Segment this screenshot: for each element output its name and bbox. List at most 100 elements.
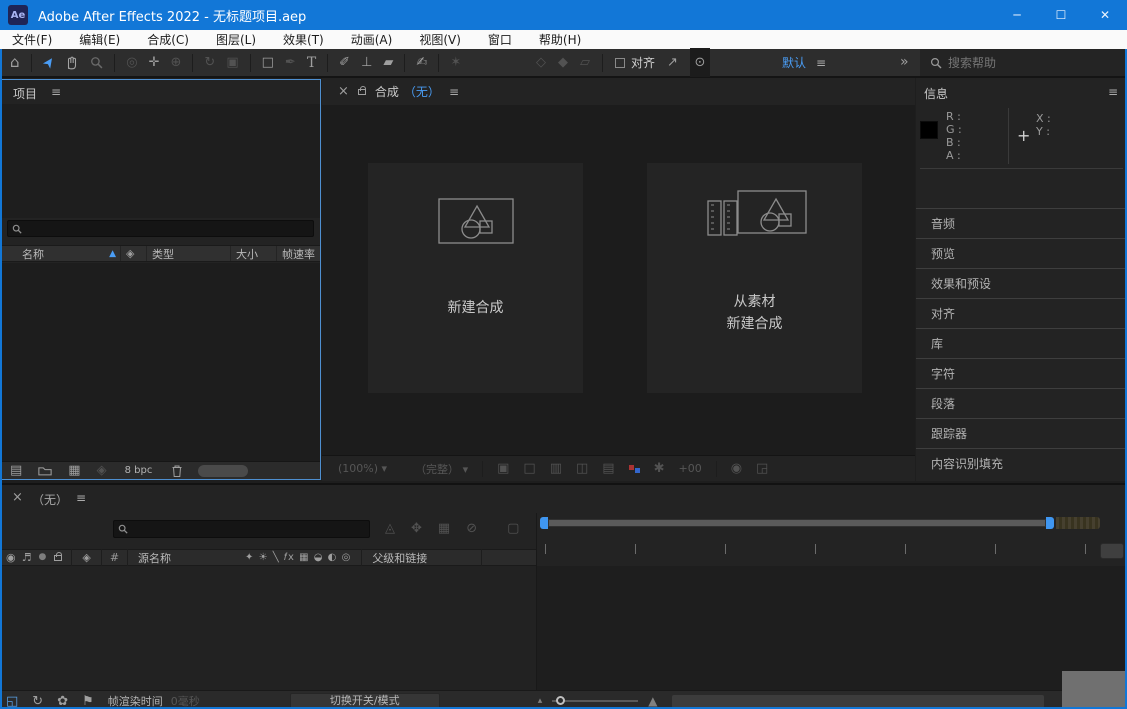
sidebar-item-align[interactable]: 对齐 <box>916 298 1127 328</box>
exposure-gear-icon[interactable]: ✱ <box>654 462 665 475</box>
menu-effect[interactable]: 效果(T) <box>283 31 324 48</box>
zoom-level-dropdown[interactable]: (100%) ▾ <box>338 462 387 475</box>
home-tool-icon[interactable]: ⌂ <box>10 48 20 77</box>
info-panel-menu-icon[interactable]: ≡ <box>1108 85 1118 99</box>
anchor-tool-icon[interactable]: ⊕ <box>171 48 182 77</box>
mask-feather-tool-icon[interactable]: ◆ <box>558 48 568 77</box>
menu-edit[interactable]: 编辑(E) <box>79 31 120 48</box>
zoom-tool-icon[interactable] <box>90 48 103 77</box>
viewer-tab-close-icon[interactable]: × <box>338 85 349 98</box>
column-type[interactable]: 类型 <box>152 246 174 262</box>
workspace-menu-icon[interactable]: ≡ <box>816 56 826 70</box>
menu-layer[interactable]: 图层(L) <box>216 31 256 48</box>
bit-depth-label[interactable]: 8 bpc <box>125 465 153 476</box>
audio-mute-icon[interactable]: ♬ <box>22 552 32 563</box>
channel-icon[interactable] <box>629 465 640 473</box>
snapshot-camera-icon[interactable]: ◉ <box>731 462 742 475</box>
sort-ascending-icon[interactable]: ▲ <box>109 249 116 259</box>
project-renderer-icon[interactable]: ◈ <box>97 464 107 477</box>
draft-3d-icon[interactable]: ✥ <box>411 522 422 535</box>
close-button[interactable]: ✕ <box>1083 0 1127 30</box>
interpret-footage-icon[interactable]: ▤ <box>10 464 22 477</box>
toolbar-overflow-icon[interactable]: » <box>900 55 909 69</box>
brush-tool-icon[interactable]: ✐ <box>339 48 350 77</box>
sidebar-item-audio[interactable]: 音频 <box>916 208 1127 238</box>
help-search-input[interactable] <box>948 56 1098 70</box>
exposure-value[interactable]: +00 <box>678 462 701 475</box>
menu-view[interactable]: 视图(V) <box>419 31 461 48</box>
timeline-zoom-slider[interactable] <box>552 700 638 702</box>
sidebar-item-preview[interactable]: 预览 <box>916 238 1127 268</box>
trash-icon[interactable] <box>172 465 182 477</box>
zoom-in-mountain-icon[interactable]: ▲ <box>648 695 657 707</box>
time-navigator-bar[interactable] <box>548 519 1046 527</box>
sidebar-item-tracker[interactable]: 跟踪器 <box>916 418 1127 448</box>
rulers-icon[interactable]: ▤ <box>602 462 614 475</box>
eraser-tool-icon[interactable]: ▰ <box>383 48 393 77</box>
project-search-field[interactable] <box>7 220 314 237</box>
viewer-lock-icon[interactable] <box>358 89 366 95</box>
mask-visibility-icon[interactable]: □ <box>523 462 535 475</box>
layer-switches-icons[interactable]: ✦ ☀ ╲ 𝑓x ▦ ◒ ◐ ◎ <box>245 553 351 563</box>
time-navigator-end-handle[interactable] <box>1046 517 1054 529</box>
project-panel-menu-icon[interactable]: ≡ <box>51 85 61 99</box>
new-composition-card[interactable]: 新建合成 <box>368 163 583 393</box>
region-of-interest-icon[interactable]: ▥ <box>550 462 562 475</box>
viewer-target-name[interactable]: （无） <box>404 83 440 100</box>
snap-checkbox[interactable] <box>615 58 625 68</box>
orbit-camera-tool-icon[interactable]: ◎ <box>126 48 137 77</box>
timeline-search-input[interactable] <box>132 523 358 536</box>
puppet-pin-tool-icon[interactable]: ✶ <box>450 48 461 77</box>
column-size[interactable]: 大小 <box>236 246 258 262</box>
corner-resize-block[interactable] <box>1062 671 1127 709</box>
column-framerate[interactable]: 帧速率 <box>282 246 315 262</box>
sidebar-item-paragraph[interactable]: 段落 <box>916 388 1127 418</box>
rotate-tool-icon[interactable]: ↻ <box>204 48 215 77</box>
timeline-label-column-icon[interactable]: ◈ <box>82 552 90 563</box>
new-composition-from-footage-card[interactable]: 从素材 新建合成 <box>647 163 862 393</box>
mini-flowchart-icon[interactable]: ◬ <box>385 522 395 535</box>
project-search-input[interactable] <box>26 222 297 235</box>
menu-window[interactable]: 窗口 <box>488 31 512 48</box>
viewer-panel-menu-icon[interactable]: ≡ <box>449 85 459 99</box>
sidebar-item-content-aware-fill[interactable]: 内容识别填充 <box>916 448 1127 478</box>
mask-tool-icon[interactable]: ◇ <box>536 48 546 77</box>
selection-tool-icon[interactable]: ➤ <box>33 49 63 75</box>
rectangle-tool-icon[interactable]: □ <box>262 48 274 77</box>
column-name[interactable]: 名称 <box>22 246 44 262</box>
center-view-icon[interactable]: ⊙ <box>690 48 710 77</box>
timeline-vertical-scroll-thumb[interactable] <box>1100 543 1124 559</box>
menu-composition[interactable]: 合成(C) <box>147 31 189 48</box>
timeline-horizontal-scrollbar[interactable] <box>672 695 1044 708</box>
project-tab[interactable]: 项目 <box>13 85 37 102</box>
expand-transfer-controls-icon[interactable]: ✿ <box>57 695 68 708</box>
project-footer-scroll-thumb[interactable] <box>198 465 248 477</box>
show-snapshot-icon[interactable]: ◲ <box>756 462 768 475</box>
expand-layer-switches-icon[interactable]: ↻ <box>32 695 43 708</box>
source-name-column[interactable]: 源名称 <box>138 550 171 566</box>
info-tab[interactable]: 信息 <box>924 85 948 102</box>
time-navigator-start-handle[interactable] <box>540 517 548 529</box>
motion-blur-icon[interactable]: ⊘ <box>466 522 477 535</box>
menu-animation[interactable]: 动画(A) <box>351 31 393 48</box>
pan-tool-icon[interactable]: ✛ <box>149 48 160 77</box>
render-time-pane-toggle-icon[interactable]: ◱ <box>6 695 18 708</box>
sidebar-item-character[interactable]: 字符 <box>916 358 1127 388</box>
graph-editor-icon[interactable]: ▢ <box>507 522 519 535</box>
guides-icon[interactable]: ◫ <box>576 462 588 475</box>
viewer-tab[interactable]: 合成 <box>375 83 399 100</box>
parent-link-column[interactable]: 父级和链接 <box>372 550 427 566</box>
new-folder-icon[interactable] <box>38 465 52 476</box>
resolution-dropdown[interactable]: （完整） ▾ <box>415 461 468 477</box>
timeline-tab-close-icon[interactable]: × <box>12 491 23 504</box>
shared-view-icon[interactable]: ↗ <box>667 48 678 77</box>
timeline-search-field[interactable] <box>113 520 370 538</box>
roto-brush-tool-icon[interactable]: ✍ <box>416 48 427 77</box>
sidebar-item-effects-presets[interactable]: 效果和预设 <box>916 268 1127 298</box>
video-visibility-icon[interactable]: ◉ <box>6 552 16 563</box>
menu-file[interactable]: 文件(F) <box>12 31 52 48</box>
grid-options-icon[interactable]: ▣ <box>497 462 509 475</box>
zoom-out-mountain-icon[interactable]: ▴ <box>538 697 543 706</box>
menu-help[interactable]: 帮助(H) <box>539 31 581 48</box>
mask-opacity-tool-icon[interactable]: ▱ <box>580 48 590 77</box>
